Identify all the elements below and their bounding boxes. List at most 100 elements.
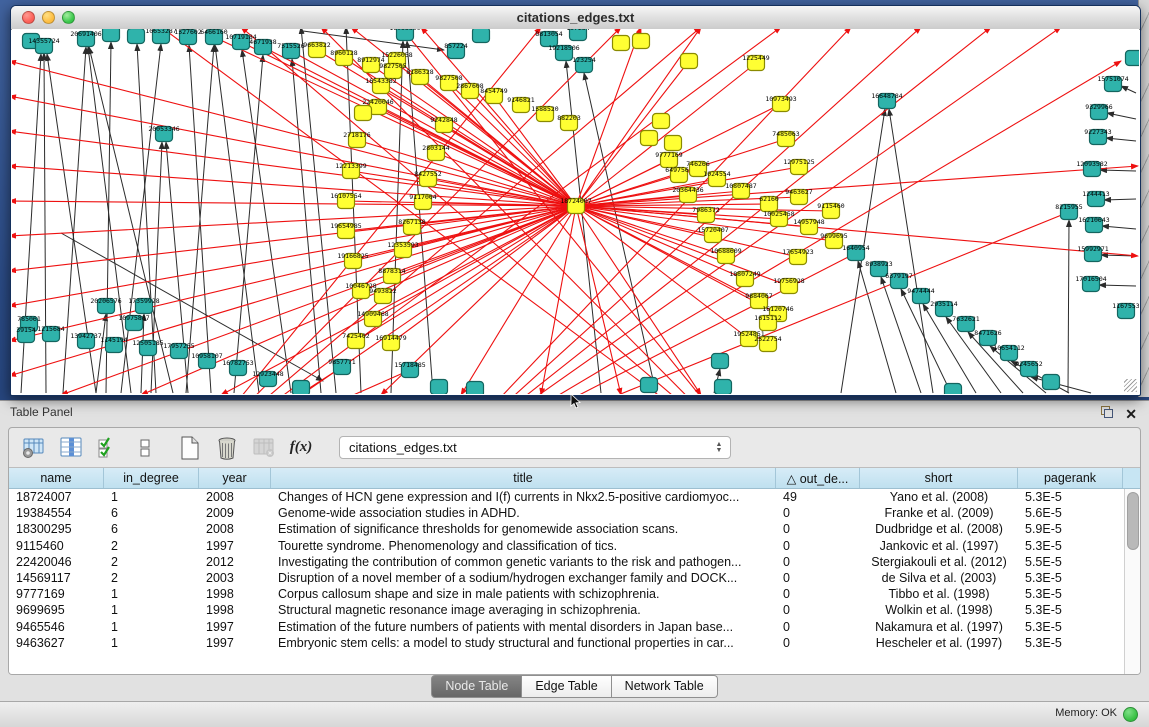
table-cell[interactable]: 5.6E-5 (1018, 505, 1123, 521)
new-table-icon[interactable] (177, 435, 203, 461)
table-row[interactable]: 1830029562008Estimation of significance … (9, 521, 1140, 537)
table-cell[interactable]: Wolkin et al. (1998) (860, 602, 1018, 618)
graph-node[interactable] (613, 36, 630, 51)
minimize-window-icon[interactable] (42, 11, 55, 24)
table-cell[interactable]: 9699695 (9, 602, 104, 618)
table-cell[interactable]: Genome-wide association studies in ADHD. (271, 505, 776, 521)
table-cell[interactable]: 2009 (199, 505, 271, 521)
table-row[interactable]: 2242004622012Investigating the contribut… (9, 554, 1140, 570)
table-row[interactable]: 946362711997Embryonic stem cells: a mode… (9, 635, 1140, 651)
table-row[interactable]: 1456911722003Disruption of a novel membe… (9, 570, 1140, 586)
graph-node[interactable] (355, 106, 372, 121)
table-cell[interactable]: Franke et al. (2009) (860, 505, 1018, 521)
table-cell[interactable]: 2 (104, 538, 199, 554)
table-cell[interactable]: 5.3E-5 (1018, 586, 1123, 602)
graph-node[interactable] (473, 29, 490, 43)
table-cell[interactable]: Investigating the contribution of common… (271, 554, 776, 570)
table-cell[interactable]: 5.9E-5 (1018, 521, 1123, 537)
graph-node[interactable] (665, 136, 682, 151)
graph-node[interactable] (293, 381, 310, 395)
table-cell[interactable]: 0 (776, 619, 860, 635)
table-cell[interactable]: 18724007 (9, 489, 104, 505)
scrollbar-thumb[interactable] (1127, 492, 1139, 550)
table-column-icon[interactable] (58, 435, 84, 461)
table-cell[interactable]: 5.3E-5 (1018, 538, 1123, 554)
tab-network-table[interactable]: Network Table (612, 675, 718, 698)
table-row[interactable]: 911546021997Tourette syndrome. Phenomeno… (9, 538, 1140, 554)
table-row[interactable]: 969969511998Structural magnetic resonanc… (9, 602, 1140, 618)
table-cell[interactable]: 1 (104, 635, 199, 651)
table-row[interactable]: 977716911998Corpus callosum shape and si… (9, 586, 1140, 602)
table-cell[interactable]: 1997 (199, 619, 271, 635)
table-cell[interactable]: Jankovic et al. (1997) (860, 538, 1018, 554)
network-graph[interactable]: 1435572420691406106532871527602646616010… (12, 29, 1139, 394)
table-cell[interactable]: 0 (776, 521, 860, 537)
table-cell[interactable]: 1998 (199, 586, 271, 602)
table-cell[interactable]: Hescheler et al. (1997) (860, 635, 1018, 651)
table-cell[interactable]: Yano et al. (2008) (860, 489, 1018, 505)
table-cell[interactable]: 1 (104, 619, 199, 635)
graph-node[interactable] (1126, 51, 1140, 66)
table-cell[interactable]: 0 (776, 554, 860, 570)
table-cell[interactable]: 2008 (199, 521, 271, 537)
close-panel-icon[interactable]: ✕ (1125, 403, 1137, 425)
column-header-out-de-[interactable]: △ out_de... (776, 468, 860, 488)
close-window-icon[interactable] (22, 11, 35, 24)
table-cell[interactable]: 19384554 (9, 505, 104, 521)
memory-ok-indicator-icon[interactable] (1123, 707, 1138, 722)
table-cell[interactable]: 9777169 (9, 586, 104, 602)
tab-edge-table[interactable]: Edge Table (522, 675, 611, 698)
network-canvas[interactable]: 1435572420691406106532871527602646616010… (12, 29, 1139, 394)
table-cell[interactable]: 2003 (199, 570, 271, 586)
table-cell[interactable]: Tibbo et al. (1998) (860, 586, 1018, 602)
table-cell[interactable]: 0 (776, 586, 860, 602)
table-cell[interactable]: 14569117 (9, 570, 104, 586)
table-cell[interactable]: Estimation of the future numbers of pati… (271, 619, 776, 635)
table-cell[interactable]: 0 (776, 505, 860, 521)
float-panel-icon[interactable] (1101, 406, 1113, 418)
tab-node-table[interactable]: Node Table (431, 675, 522, 698)
function-builder-icon[interactable]: f(x) (288, 435, 314, 461)
table-row[interactable]: 1938455462009Genome-wide association stu… (9, 505, 1140, 521)
table-cell[interactable]: 9115460 (9, 538, 104, 554)
graph-node[interactable] (712, 354, 729, 369)
graph-node[interactable] (653, 114, 670, 129)
table-cell[interactable]: 2 (104, 554, 199, 570)
vertical-scrollbar[interactable] (1124, 489, 1140, 674)
table-cell[interactable]: 22420046 (9, 554, 104, 570)
table-cell[interactable]: Tourette syndrome. Phenomenology and cla… (271, 538, 776, 554)
table-cell[interactable]: 9465546 (9, 619, 104, 635)
zoom-window-icon[interactable] (62, 11, 75, 24)
table-cell[interactable]: 2 (104, 570, 199, 586)
table-cell[interactable]: 5.3E-5 (1018, 619, 1123, 635)
graph-node[interactable] (431, 380, 448, 395)
graph-node[interactable] (1043, 375, 1060, 390)
table-cell[interactable]: 1 (104, 586, 199, 602)
graph-node[interactable] (633, 34, 650, 49)
import-table-icon[interactable] (251, 435, 277, 461)
table-cell[interactable]: 2008 (199, 489, 271, 505)
column-header-title[interactable]: title (271, 468, 776, 488)
table-cell[interactable]: 18300295 (9, 521, 104, 537)
select-columns-icon[interactable] (95, 435, 121, 461)
column-header-pagerank[interactable]: pagerank (1018, 468, 1123, 488)
graph-node[interactable] (681, 54, 698, 69)
column-header-in-degree[interactable]: in_degree (104, 468, 199, 488)
table-cell[interactable]: Structural magnetic resonance image aver… (271, 602, 776, 618)
column-header-name[interactable]: name (9, 468, 104, 488)
table-row[interactable]: 1872400712008Changes of HCN gene express… (9, 489, 1140, 505)
table-cell[interactable]: Nakamura et al. (1997) (860, 619, 1018, 635)
table-cell[interactable]: 1997 (199, 538, 271, 554)
table-cell[interactable]: Corpus callosum shape and size in male p… (271, 586, 776, 602)
table-cell[interactable]: Stergiakouli et al. (2012) (860, 554, 1018, 570)
network-view-window[interactable]: citations_edges.txt 14355724206914061065… (10, 5, 1141, 396)
table-cell[interactable]: 1997 (199, 635, 271, 651)
table-cell[interactable]: 5.3E-5 (1018, 489, 1123, 505)
table-cell[interactable]: 49 (776, 489, 860, 505)
graph-node[interactable] (467, 382, 484, 395)
table-cell[interactable]: 1 (104, 489, 199, 505)
table-selector-dropdown[interactable]: citations_edges.txt ▲▼ (339, 436, 731, 459)
table-cell[interactable]: 5.3E-5 (1018, 635, 1123, 651)
table-cell[interactable]: Embryonic stem cells: a model to study s… (271, 635, 776, 651)
table-cell[interactable]: Estimation of significance thresholds fo… (271, 521, 776, 537)
